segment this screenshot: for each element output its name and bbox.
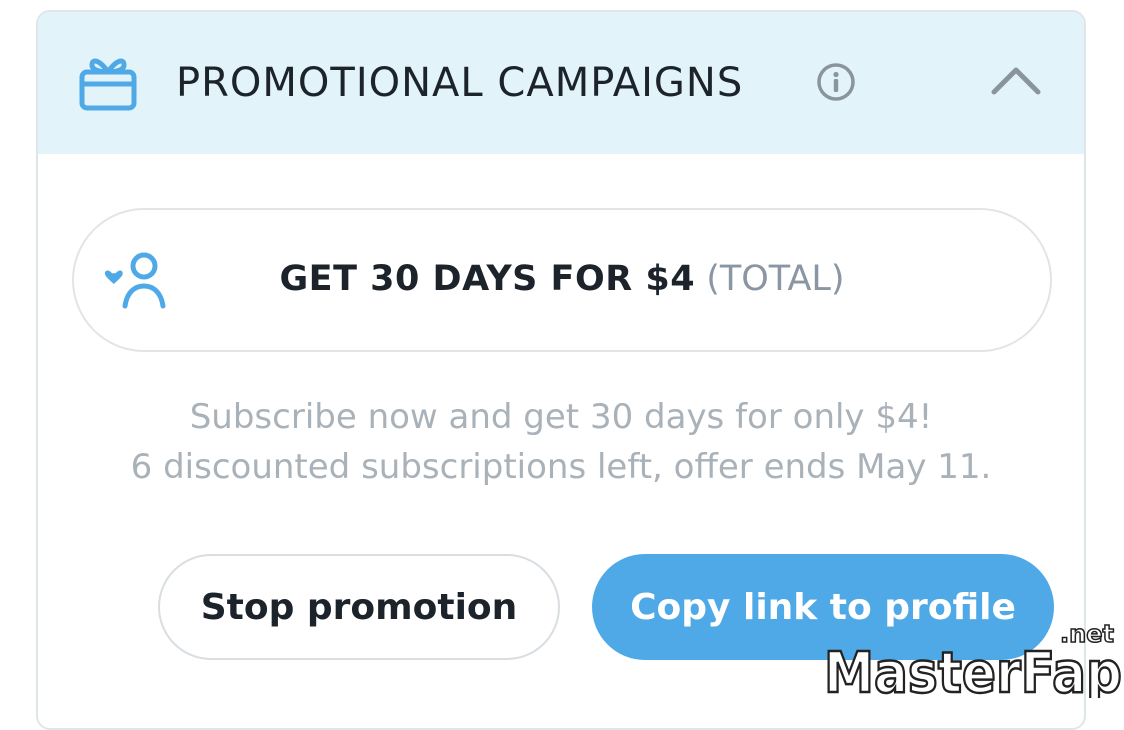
offer-text: GET 30 DAYS FOR $4 (TOTAL) <box>74 254 1050 304</box>
watermark-brand: MasterFap <box>824 641 1122 698</box>
card-header[interactable]: PROMOTIONAL CAMPAIGNS <box>38 12 1084 154</box>
promotion-offer-pill: GET 30 DAYS FOR $4 (TOTAL) <box>72 208 1052 352</box>
description-line-1: Subscribe now and get 30 days for only $… <box>189 397 933 437</box>
info-icon[interactable] <box>816 62 856 102</box>
stop-promotion-button[interactable]: Stop promotion <box>158 554 560 660</box>
offer-main-text: GET 30 DAYS FOR $4 <box>279 259 696 299</box>
gift-icon <box>79 58 137 111</box>
offer-suffix-text: (TOTAL) <box>706 259 845 299</box>
promotion-description: Subscribe now and get 30 days for only $… <box>38 392 1084 492</box>
section-title: PROMOTIONAL CAMPAIGNS <box>176 60 744 106</box>
watermark-logo: .net MasterFap <box>823 619 1124 698</box>
description-line-2: 6 discounted subscriptions left, offer e… <box>130 447 992 487</box>
chevron-up-icon[interactable] <box>988 60 1044 100</box>
